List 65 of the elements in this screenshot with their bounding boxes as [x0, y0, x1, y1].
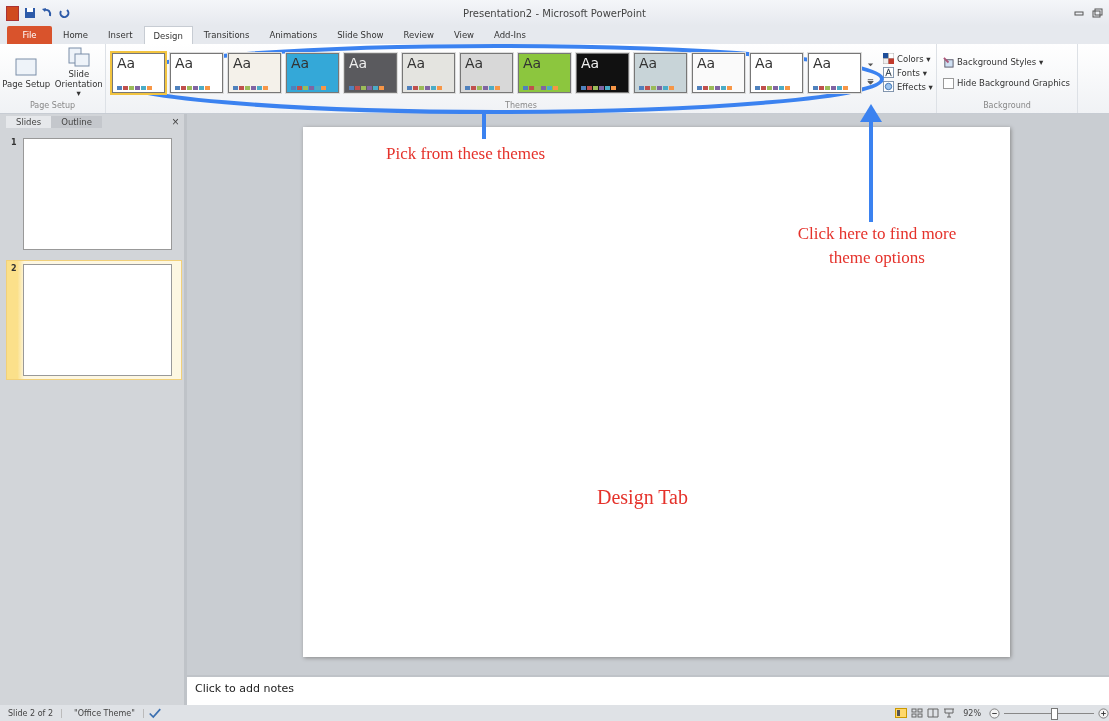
zoom-in-icon[interactable]: [1098, 707, 1109, 719]
font-icon: [883, 67, 894, 78]
theme-thumbnail[interactable]: Aa: [692, 52, 745, 93]
group-label: Page Setup: [28, 101, 77, 112]
normal-view-icon[interactable]: [895, 708, 908, 718]
fonts-button[interactable]: Fonts ▾: [883, 67, 933, 78]
theme-thumbnail[interactable]: Aa: [808, 52, 861, 93]
group-label: Themes: [504, 101, 538, 112]
theme-thumbnail[interactable]: Aa: [286, 52, 339, 93]
close-button[interactable]: ×: [169, 116, 182, 128]
theme-thumbnail[interactable]: Aa: [634, 52, 687, 93]
leader-line: [482, 113, 486, 139]
slide-sorter-icon[interactable]: [911, 708, 924, 718]
ribbon-tab[interactable]: Transitions: [194, 26, 259, 44]
ribbon-tab[interactable]: Review: [394, 26, 443, 44]
slide-orientation-button[interactable]: Slide Orientation ▾: [53, 45, 104, 100]
ribbon-tab[interactable]: Design: [143, 26, 193, 44]
reading-view-icon[interactable]: [927, 708, 940, 718]
theme-thumbnail[interactable]: Aa: [112, 52, 165, 93]
theme-thumbnail[interactable]: Aa: [576, 52, 629, 93]
ribbon-tab[interactable]: File: [7, 26, 52, 44]
theme-thumbnail[interactable]: Aa: [750, 52, 803, 93]
slide-thumbnail-row[interactable]: 2: [6, 260, 182, 380]
colors-button[interactable]: Colors ▾: [883, 53, 933, 64]
theme-thumbnail[interactable]: Aa: [228, 52, 281, 93]
pane-tab[interactable]: Outline: [51, 116, 102, 128]
theme-thumbnail[interactable]: Aa: [402, 52, 455, 93]
page-setup-button[interactable]: Page Setup: [1, 55, 52, 90]
zoom-level[interactable]: 92%: [963, 708, 981, 718]
ribbon-tab[interactable]: Animations: [260, 26, 327, 44]
annotation-text: Click here to find more theme options: [796, 223, 958, 269]
save-icon[interactable]: [24, 7, 36, 19]
annotation-text: Pick from these themes: [386, 143, 546, 165]
slide-counter: Slide 2 of 2: [0, 708, 63, 718]
theme-thumbnail[interactable]: Aa: [344, 52, 397, 93]
theme-name: "Office Theme": [66, 708, 144, 718]
theme-thumbnail[interactable]: Aa: [518, 52, 571, 93]
group-label: Background: [982, 101, 1032, 112]
slide-show-icon[interactable]: [943, 708, 956, 718]
color-swatch-icon: [883, 53, 894, 64]
ribbon-tab[interactable]: Add-Ins: [485, 26, 535, 44]
theme-thumbnail[interactable]: Aa: [170, 52, 223, 93]
ribbon-tab[interactable]: Home: [54, 26, 98, 44]
ribbon-tab[interactable]: Insert: [99, 26, 142, 44]
notes-field[interactable]: Click to add notes: [187, 675, 1109, 705]
annotation-text: Design Tab: [597, 485, 688, 511]
window-title: Presentation2 - Microsoft PowerPoint: [462, 7, 647, 19]
background-styles-button[interactable]: Background Styles ▾: [943, 56, 1044, 68]
undo-icon[interactable]: [41, 7, 53, 19]
pages-icon: [65, 45, 92, 70]
restore-icon[interactable]: [1091, 7, 1103, 19]
zoom-slider-handle[interactable]: [1050, 707, 1058, 720]
ribbon-tab[interactable]: View: [444, 26, 484, 44]
redo-icon[interactable]: [58, 7, 70, 19]
theme-thumbnail[interactable]: Aa: [460, 52, 513, 93]
ribbon-tab[interactable]: Slide Show: [328, 26, 393, 44]
pane-tab[interactable]: Slides: [6, 116, 52, 128]
hide-background-graphics-checkbox[interactable]: Hide Background Graphics: [943, 77, 1071, 89]
spelling-check-icon[interactable]: [147, 707, 162, 719]
slide-thumbnail-row[interactable]: 1: [6, 134, 182, 254]
zoom-out-icon[interactable]: [989, 707, 1000, 719]
powerpoint-logo-icon: [6, 5, 19, 21]
effects-button[interactable]: Effects ▾: [883, 81, 933, 92]
circle-icon: [883, 81, 894, 92]
more-themes-icon[interactable]: [866, 76, 875, 86]
